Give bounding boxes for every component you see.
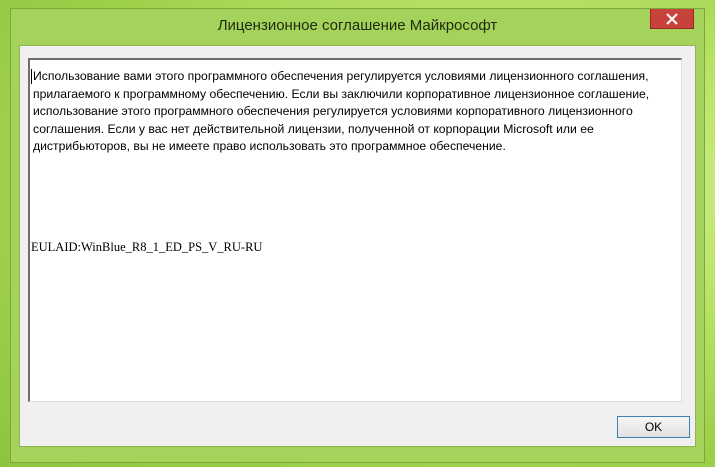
eula-text-box[interactable]: Использование вами этого программного об…: [28, 58, 682, 402]
window-title: Лицензионное соглашение Майкрософт: [217, 17, 498, 34]
dialog-client-area: Использование вами этого программного об…: [19, 45, 696, 447]
ok-button[interactable]: OK: [617, 416, 690, 438]
text-caret: [31, 69, 32, 84]
license-dialog: Лицензионное соглашение Майкрософт Испол…: [10, 8, 705, 463]
close-icon: [666, 12, 678, 25]
eula-id-text: EULAID:WinBlue_R8_1_ED_PS_V_RU-RU: [31, 240, 263, 254]
desktop-background: Лицензионное соглашение Майкрософт Испол…: [0, 0, 715, 467]
eula-body-text: Использование вами этого программного об…: [33, 69, 650, 153]
close-button[interactable]: [650, 9, 694, 29]
title-bar[interactable]: Лицензионное соглашение Майкрософт: [11, 9, 704, 45]
